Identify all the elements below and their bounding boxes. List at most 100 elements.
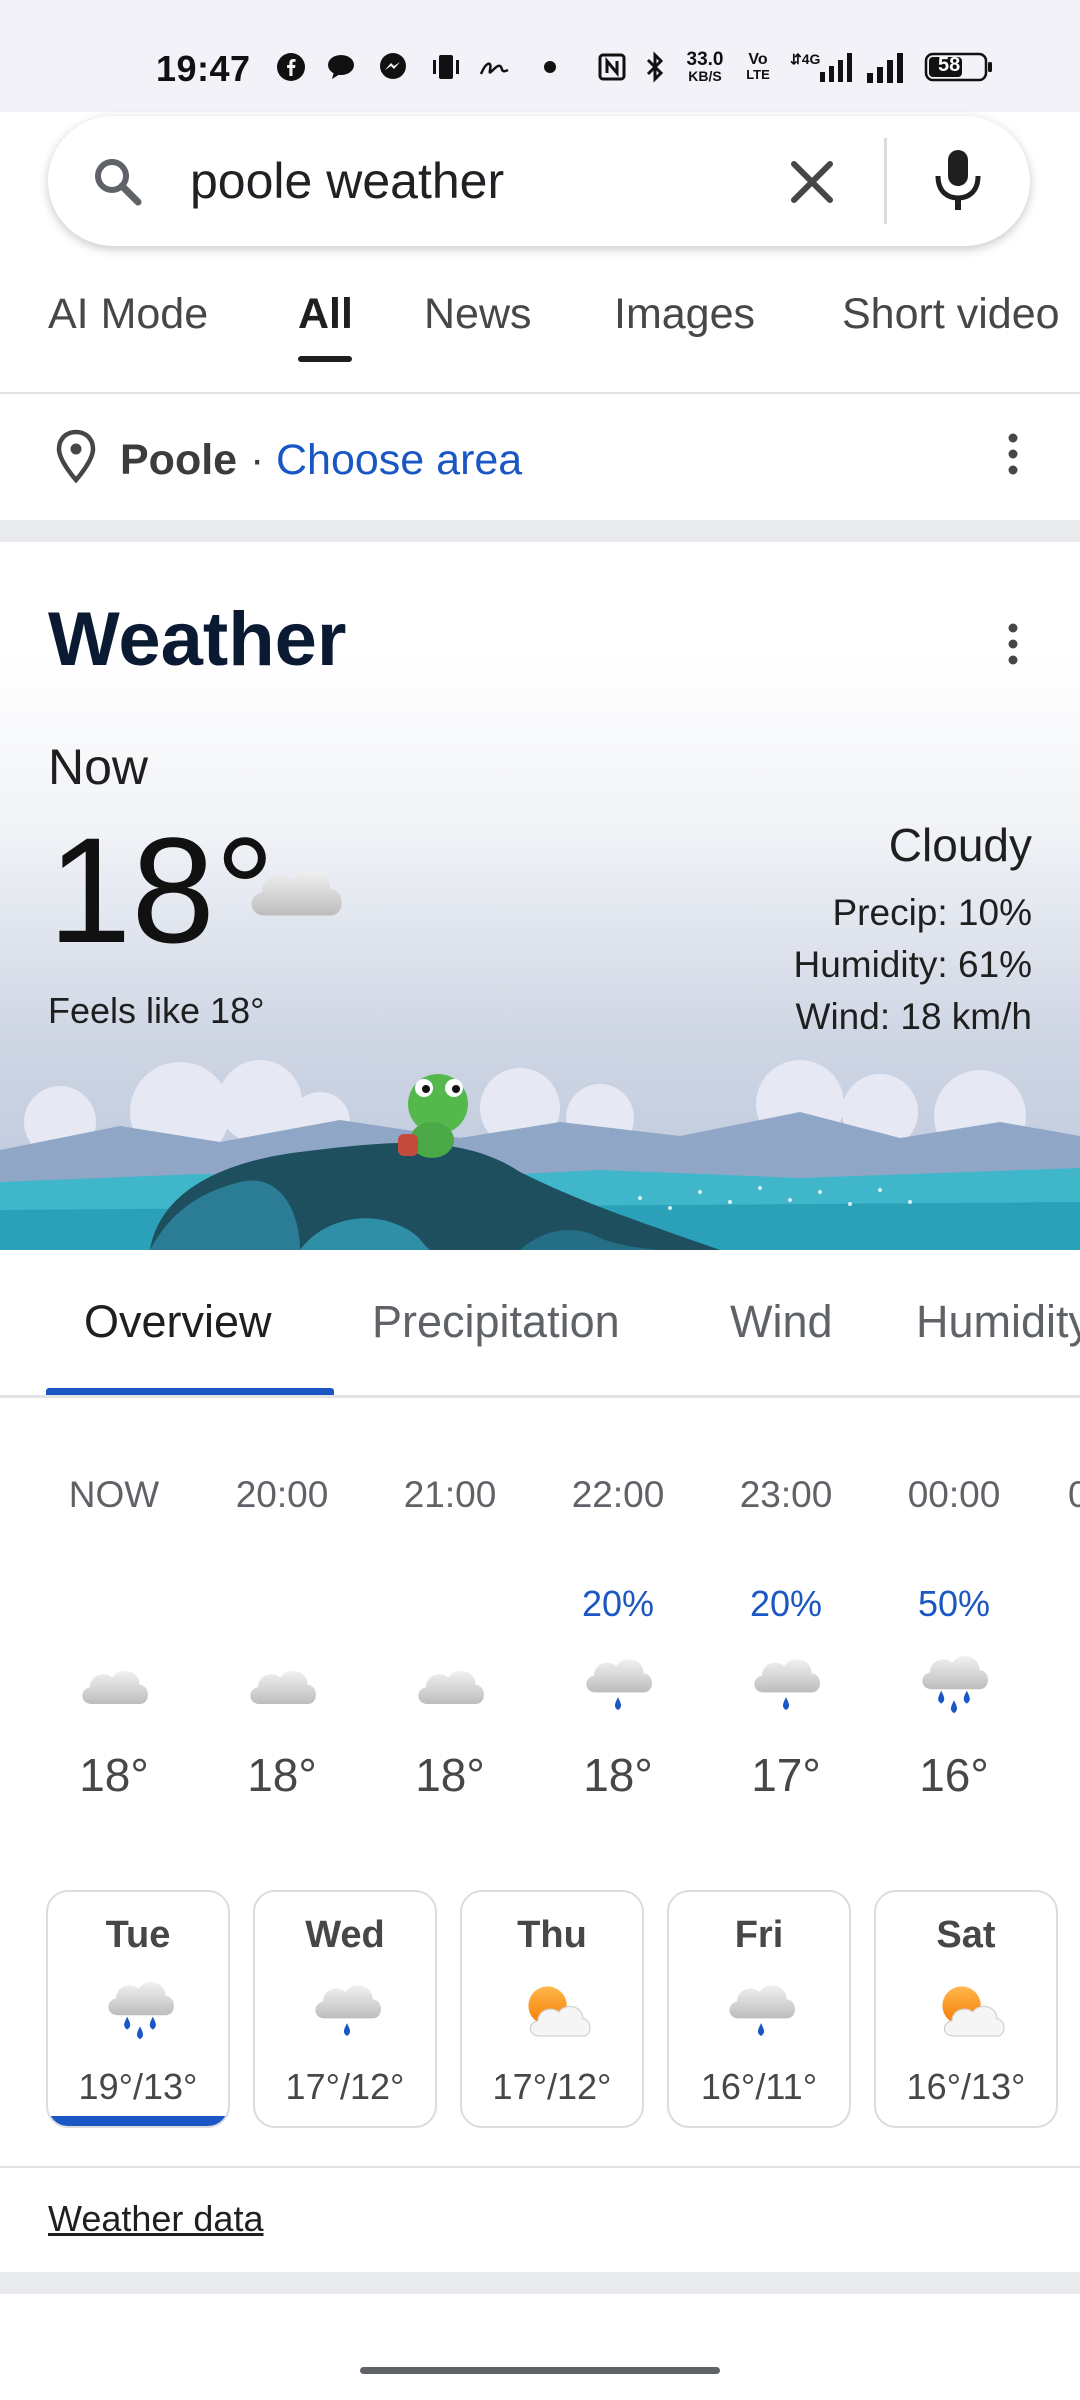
status-bar: 19:47 33.0 KB/S Vo LTE ⇵4G 58 [0, 0, 1080, 112]
hour-temp: 18° [247, 1749, 317, 1801]
day-temps: 17°/12° [492, 2066, 612, 2107]
cloud-rain-icon [702, 1650, 870, 1730]
subtab-precipitation[interactable]: Precipitation [372, 1296, 620, 1348]
hour-precip: 20% [581, 1583, 655, 1624]
day-name: Tue [105, 1914, 171, 1956]
wind-detail: Wind: 18 km/h [795, 996, 1032, 1037]
bluetooth-icon [642, 51, 668, 83]
section-separator [0, 520, 1080, 542]
subtab-humidity[interactable]: Humidity [916, 1296, 1080, 1348]
feels-like: Feels like 18° [48, 990, 265, 1031]
cloud-heavy-rain-icon [870, 1650, 1038, 1730]
signal-4g-icon: ⇵4G [790, 51, 860, 82]
cloud-heavy-rain-icon [90, 1972, 190, 2052]
cloud-icon [366, 1650, 534, 1730]
hour-precip: 50% [917, 1583, 991, 1624]
cloud-rain-icon [711, 1972, 811, 2052]
subtab-wind[interactable]: Wind [730, 1296, 833, 1348]
day-card-sat[interactable]: Sat 16°/13° [874, 1890, 1058, 2128]
home-indicator[interactable] [360, 2367, 720, 2374]
hour-time: 00:00 [907, 1474, 1001, 1515]
tab-short-videos[interactable]: Short video [842, 290, 1080, 339]
chat-bubble-icon [326, 52, 356, 82]
condition: Cloudy [888, 819, 1032, 871]
location-name: Poole [120, 436, 238, 484]
day-card-fri[interactable]: Fri 16°/11° [667, 1890, 851, 2128]
dot-icon [540, 52, 560, 82]
section-separator [0, 2272, 1080, 2294]
hour-time-clip: 01:00 [1068, 1474, 1080, 1518]
humidity-detail: Humidity: 61% [793, 944, 1032, 985]
hour-precip: 20% [749, 1583, 823, 1624]
tab-all[interactable]: All [298, 290, 353, 339]
signal-icon [864, 52, 910, 83]
precip-detail: Precip: 10% [832, 892, 1033, 933]
day-temps: 16°/13° [906, 2066, 1026, 2107]
weather-illustration [0, 1060, 1080, 1250]
day-temps: 17°/12° [285, 2066, 405, 2107]
location-pin-icon [54, 428, 98, 484]
partly-sunny-icon [504, 1972, 604, 2052]
messenger-icon [378, 52, 408, 82]
volte-indicator: Vo LTE [746, 51, 770, 83]
day-name: Fri [734, 1914, 784, 1956]
day-name: Thu [517, 1914, 587, 1956]
search-bar[interactable]: poole weather [48, 116, 1030, 246]
day-card-wed[interactable]: Wed 17°/12° [253, 1890, 437, 2128]
clear-icon[interactable] [784, 154, 840, 210]
cloud-icon [198, 1650, 366, 1730]
cloud-rain-icon [297, 1972, 397, 2052]
tab-ai-mode[interactable]: AI Mode [48, 290, 208, 339]
status-time: 19:47 [156, 48, 251, 89]
active-subtab-indicator [46, 1388, 334, 1395]
battery-icon: 58 [924, 52, 994, 82]
weather-title: Weather [48, 597, 347, 682]
vibrate-icon [430, 52, 462, 82]
day-temps: 16°/11° [700, 2066, 818, 2107]
weather-data-link[interactable]: Weather data [48, 2198, 263, 2240]
daily-divider [0, 2166, 1080, 2168]
hour-time: 20:00 [235, 1474, 329, 1515]
search-input[interactable]: poole weather [190, 152, 504, 210]
day-name: Sat [936, 1914, 996, 1956]
hour-temp: 18° [79, 1749, 149, 1801]
active-tab-indicator [298, 356, 352, 362]
cloud-icon [30, 1650, 198, 1730]
weather-more-icon[interactable] [998, 620, 1028, 668]
hour-time: 23:00 [739, 1474, 833, 1515]
subtab-overview[interactable]: Overview [84, 1296, 272, 1348]
day-card-tue[interactable]: Tue 19°/13° [46, 1890, 230, 2128]
cloud-icon [240, 848, 350, 928]
network-type: ⇵4G [790, 51, 821, 67]
hour-time: 21:00 [403, 1474, 497, 1515]
subtabs-divider [0, 1395, 1080, 1398]
hour-temp: 16° [919, 1749, 989, 1801]
net-speed: 33.0 KB/S [686, 49, 724, 84]
hour-time: 22:00 [571, 1474, 665, 1515]
now-label: Now [48, 739, 149, 795]
location-separator: · [250, 436, 265, 484]
day-card-thu[interactable]: Thu 17°/12° [460, 1890, 644, 2128]
cloud-rain-icon [534, 1650, 702, 1730]
hour-time: 01:00 [1068, 1474, 1080, 1515]
day-temps: 19°/13° [78, 2066, 198, 2107]
day-name: Wed [305, 1914, 385, 1956]
tabs-divider [0, 392, 1080, 394]
hour-time: NOW [68, 1474, 160, 1515]
tab-images[interactable]: Images [614, 290, 755, 339]
search-icon[interactable] [88, 152, 148, 212]
hour-temp: 18° [583, 1749, 653, 1801]
facebook-icon [276, 52, 306, 82]
partly-sunny-icon [918, 1972, 1018, 2052]
nfc-icon [596, 52, 628, 82]
microphone-icon[interactable] [928, 146, 988, 216]
tab-news[interactable]: News [424, 290, 532, 339]
selected-day-indicator [48, 2116, 228, 2126]
tab-short-videos-clip[interactable]: Short video [842, 290, 1080, 350]
location-more-icon[interactable] [998, 430, 1028, 478]
hour-temp: 18° [415, 1749, 485, 1801]
signature-icon [478, 52, 512, 82]
subtab-humidity-clip[interactable]: Humidity [916, 1296, 1080, 1360]
choose-area-link[interactable]: Choose area [276, 436, 522, 485]
battery-level: 58 [938, 54, 961, 76]
